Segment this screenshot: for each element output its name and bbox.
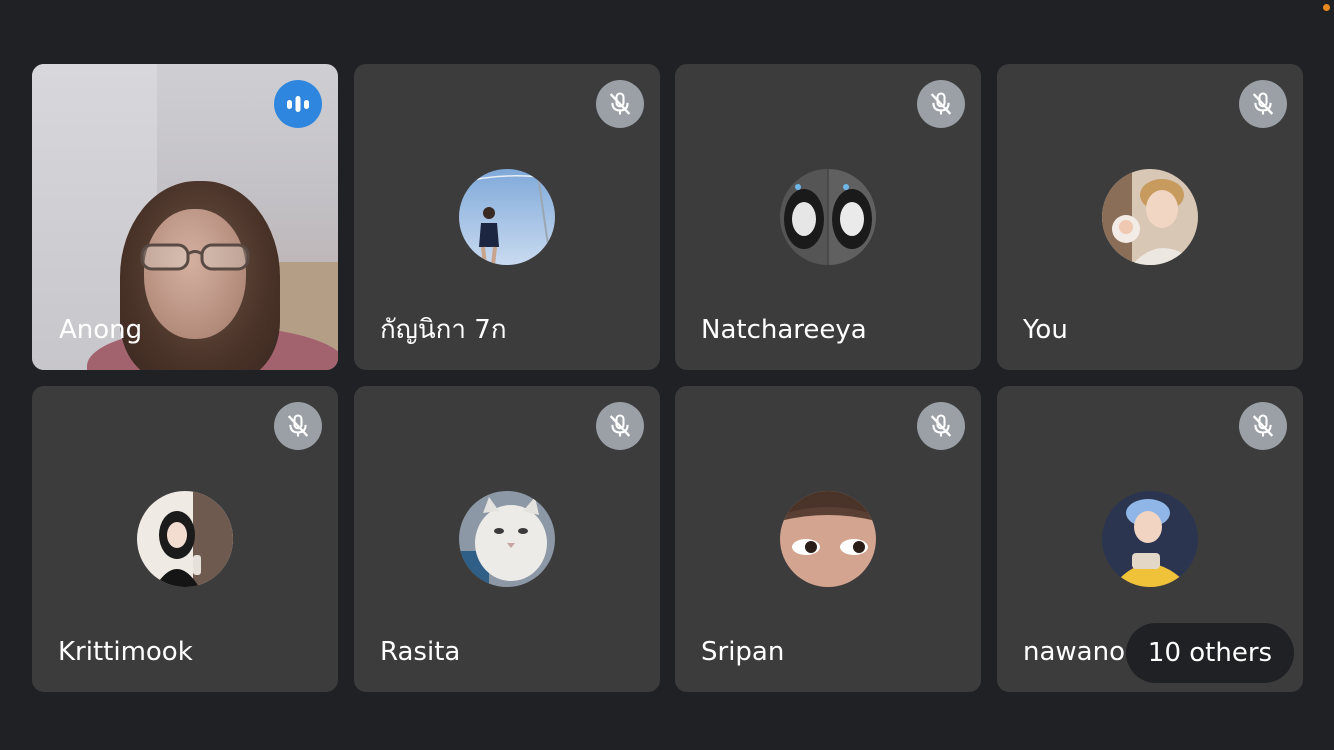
participant-name: Anong [59, 315, 143, 345]
speaking-indicator [274, 80, 322, 128]
mic-muted-indicator [596, 402, 644, 450]
mic-off-icon [609, 414, 631, 437]
mic-muted-indicator [1239, 80, 1287, 128]
participant-name: nawano [1023, 637, 1125, 667]
participant-tile[interactable]: Krittimook [32, 386, 338, 692]
avatar-photo [459, 169, 555, 265]
participant-avatar [1102, 169, 1198, 265]
avatar-photo [780, 491, 876, 587]
participant-name: กัญนิกา 7ก [380, 315, 507, 345]
participant-tile-anong[interactable]: Anong [32, 64, 338, 370]
participant-avatar [137, 491, 233, 587]
participant-name: Krittimook [58, 637, 193, 667]
participant-tile[interactable]: Rasita [354, 386, 660, 692]
audio-level-icon [287, 96, 309, 112]
participant-avatar [780, 169, 876, 265]
participant-name: You [1023, 315, 1068, 345]
mic-muted-indicator [917, 402, 965, 450]
participant-avatar [459, 169, 555, 265]
participant-tile[interactable]: กัญนิกา 7ก [354, 64, 660, 370]
avatar-photo [459, 491, 555, 587]
participant-grid: Anong กัญนิกา 7ก Natchareeya You Krittim… [0, 0, 1334, 750]
participant-avatar [1102, 491, 1198, 587]
participant-name: Rasita [380, 637, 461, 667]
mic-muted-indicator [274, 402, 322, 450]
mic-off-icon [930, 92, 952, 115]
participant-name: Natchareeya [701, 315, 867, 345]
others-participants-button[interactable]: 10 others [1126, 623, 1294, 683]
participant-tile[interactable]: Sripan [675, 386, 981, 692]
video-person-face [144, 209, 246, 339]
avatar-photo [780, 169, 876, 265]
participant-name: Sripan [701, 637, 785, 667]
participant-avatar [459, 491, 555, 587]
avatar-photo [137, 491, 233, 587]
participant-tile[interactable]: Natchareeya [675, 64, 981, 370]
video-person-glasses [140, 243, 250, 271]
mic-muted-indicator [1239, 402, 1287, 450]
mic-off-icon [287, 414, 309, 437]
mic-muted-indicator [917, 80, 965, 128]
mic-muted-indicator [596, 80, 644, 128]
avatar-photo [1102, 491, 1198, 587]
avatar-photo [1102, 169, 1198, 265]
mic-off-icon [1252, 414, 1274, 437]
mic-off-icon [930, 414, 952, 437]
participant-tile-you[interactable]: You [997, 64, 1303, 370]
participant-avatar [780, 491, 876, 587]
mic-off-icon [1252, 92, 1274, 115]
mic-off-icon [609, 92, 631, 115]
